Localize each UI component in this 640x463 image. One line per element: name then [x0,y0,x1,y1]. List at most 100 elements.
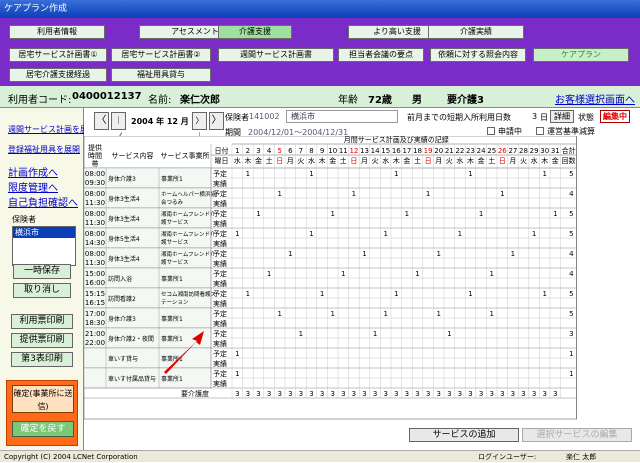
insurer-list[interactable]: 横浜市 [12,226,76,266]
day-number: 15 [381,147,390,155]
detail-button[interactable]: 詳細 [550,110,574,123]
print-provision-button[interactable]: 提供票印刷 [11,333,73,348]
day-number: 21 [445,147,454,155]
client-select-link[interactable]: お客様選択画面へ [555,91,635,106]
care-level-cell: 3 [447,390,451,398]
plan-mark: 1 [235,370,239,378]
tab-main-0[interactable]: 利用者情報 [9,25,105,39]
day-number: 16 [392,147,401,155]
row-service: 身体3生活4 [108,215,140,223]
prev-month-button[interactable]: 〈 [94,112,109,130]
weekday-label: 金 [403,156,410,165]
row-time-start: 08:00 [85,230,105,238]
tab-sub-3[interactable]: 担当者会議の要点 [338,48,424,62]
undo-confirm-button[interactable]: 確定を戻す [12,421,74,437]
edit-service-button[interactable]: 選択サービスの編集 [522,428,632,442]
weekday-label: 木 [319,156,326,165]
tab-sub-5[interactable]: ケアプラン [533,48,629,62]
weekday-label: 土 [414,156,421,165]
row-actual-label: 実績 [213,179,227,188]
row-total: 1 [569,370,573,378]
care-level-cell: 3 [489,390,493,398]
plan-mark: 1 [352,190,356,198]
last-month-button[interactable]: 〉｜ [192,112,207,141]
row-actual-label: 実績 [213,219,227,228]
day-number: 8 [309,147,313,155]
row-plan-label: 予定 [213,309,227,318]
row-time-start: 15:15 [85,290,105,298]
day-number: 5 [277,147,281,155]
tab-sub-0[interactable]: 居宅サービス計画書① [9,48,107,62]
plan-mark: 1 [246,170,250,178]
day-number: 9 [320,147,324,155]
sidebar-link-limit[interactable]: 限度管理へ [8,179,58,194]
day-number: 22 [455,147,464,155]
next-month-button[interactable]: 〉 [209,112,224,130]
tab-main-2[interactable]: 介護支援 [218,25,292,39]
insurer-list-item[interactable]: 横浜市 [13,227,75,238]
care-need-label: 要介護度 [181,389,209,398]
row-left-cell[interactable] [84,347,212,369]
care-level-cell: 3 [553,390,557,398]
copyright: Copyright (C) 2004 LCNet Corporation [4,453,138,461]
tab-sub2-1[interactable]: 福祉用具貸与 [111,68,211,82]
add-service-button[interactable]: サービスの追加 [409,428,519,442]
insurer-label: 保険者 [12,215,36,224]
plan-mark: 1 [267,270,271,278]
row-actual-label: 実績 [213,359,227,368]
plan-mark: 1 [394,290,398,298]
weekday-label: 火 [297,157,304,165]
sidebar-link-welfare[interactable]: 登録福祉用具を展開 [8,144,80,155]
tab-main-4[interactable]: 介護実績 [428,25,524,39]
plan-mark: 1 [532,230,536,238]
status-badge: 編集中 [600,110,630,123]
row-plan-label: 予定 [213,369,227,378]
cancel-button[interactable]: 取り消し [13,283,71,298]
row-time-end: 11:30 [85,199,105,207]
care-level-cell: 3 [288,390,292,398]
client-name-label: 名前: [148,95,172,106]
insurer-city-field[interactable]: 横浜市 [286,110,398,123]
care-level-cell: 3 [341,390,345,398]
row-plan-label: 予定 [213,249,227,258]
col-count-header: 回数 [562,156,576,165]
weekday-label: 火 [446,157,453,165]
row-time-end: 11:30 [85,219,105,227]
row-total: 5 [569,230,573,238]
sidebar-link-copay[interactable]: 自己負担確認へ [8,194,78,209]
confirm-panel: 確定(事業所に送信) 確定を戻す [6,380,78,446]
care-level-cell: 3 [256,390,260,398]
day-number: 13 [360,147,369,155]
row-time-end: 18:30 [85,319,105,327]
first-month-button[interactable]: ｜〈 [111,112,126,141]
row-provider: 湘南ホームフレンド介 [161,250,216,258]
window-title: ケアプラン作成 [0,0,640,18]
day-number: 1 [235,147,239,155]
tab-sub2-0[interactable]: 居宅介護支援経過 [9,68,107,82]
tab-sub-1[interactable]: 居宅サービス計画書② [111,48,211,62]
applying-checkbox[interactable] [487,127,495,135]
row-provider-2: 会つるみ [161,198,184,206]
plan-mark: 1 [341,270,345,278]
plan-mark: 1 [500,190,504,198]
print-table3-button[interactable]: 第3表印刷 [11,352,73,367]
tab-sub-4[interactable]: 依頼に対する照会内容 [430,48,526,62]
weekday-label: 月 [361,157,368,165]
care-level: 要介護3 [447,95,484,106]
day-number: 4 [267,147,272,155]
care-level-cell: 3 [362,390,366,398]
tab-sub-2[interactable]: 週間サービス計画書 [218,48,334,62]
schedule-grid[interactable]: 月間サービス計画及び実績の記録提供時間帯 サービス内容 サービス事業所日付曜日 合計回… [84,136,640,450]
row-provider: 事業所1 [161,335,183,343]
row-total: 4 [569,270,574,278]
print-usage-button[interactable]: 利用票印刷 [11,314,73,329]
row-provider-2: 護サービス [161,258,189,266]
transitional-checkbox[interactable] [536,127,544,135]
confirm-send-button[interactable]: 確定(事業所に送信) [12,385,74,413]
sidebar-link-plan[interactable]: 計画作成へ [8,164,58,179]
sidebar-link-weekly[interactable]: 週間サービス計画を展開 [8,124,96,135]
sex-value: 男 [412,95,422,106]
day-number: 18 [413,147,422,155]
day-number: 10 [328,147,337,155]
temp-save-button[interactable]: 一時保存 [13,264,71,279]
